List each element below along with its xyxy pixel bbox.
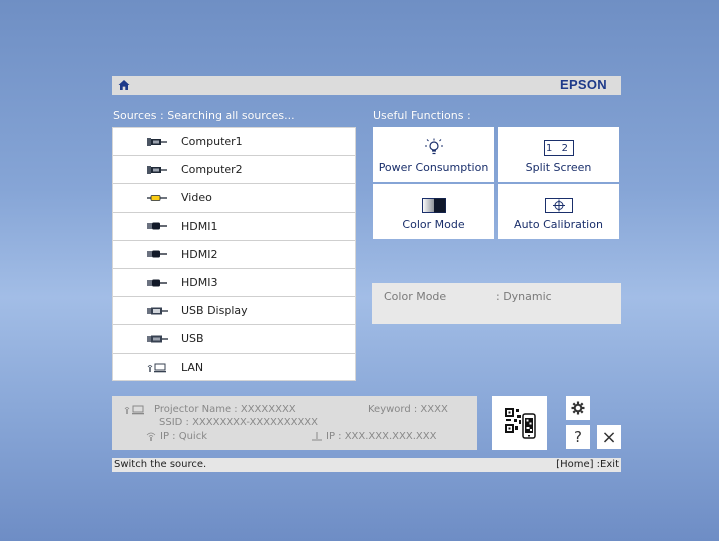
lan-icon (124, 405, 144, 415)
auto-calibration-label: Auto Calibration (514, 218, 603, 231)
source-label: HDMI2 (181, 247, 218, 261)
source-label: LAN (181, 361, 204, 375)
wireless-icon (146, 432, 156, 441)
gear-icon (571, 401, 585, 415)
color-mode-icon (421, 198, 446, 213)
auto-calibration-icon (544, 198, 573, 213)
power-consumption-label: Power Consumption (378, 161, 489, 174)
ssid: SSID : XXXXXXXX-XXXXXXXXXX (159, 417, 318, 428)
source-label: Computer2 (181, 163, 243, 177)
color-mode-info: Color Mode : Dynamic (372, 283, 621, 324)
source-label: USB Display (181, 304, 248, 318)
home-icon[interactable] (118, 79, 130, 91)
color-mode-button[interactable]: Color Mode (373, 184, 494, 239)
source-label: Computer1 (181, 135, 243, 149)
qr-code-icon (504, 408, 536, 439)
hdmi-connector-icon (147, 250, 167, 258)
vga-connector-icon (147, 137, 167, 146)
keyword: Keyword : XXXX (368, 404, 448, 415)
source-item-usb-display[interactable]: USB Display (113, 297, 355, 326)
source-item-video[interactable]: Video (113, 184, 355, 213)
source-label: HDMI3 (181, 276, 218, 290)
network-info-panel: Projector Name : XXXXXXXX Keyword : XXXX… (112, 396, 477, 450)
help-icon: ? (574, 428, 582, 446)
split-screen-icon-text: 1 2 (546, 142, 571, 154)
usb-display-icon (147, 307, 168, 315)
rca-connector-icon (147, 195, 167, 201)
info-value: : Dynamic (496, 290, 552, 303)
close-button[interactable]: × (597, 425, 621, 449)
projector-name: Projector Name : XXXXXXXX (154, 404, 296, 415)
source-item-hdmi2[interactable]: HDMI2 (113, 241, 355, 269)
sources-list: Computer1 Computer2 Video HDMI1 HDMI2 HD… (112, 127, 356, 381)
qr-code-button[interactable] (492, 396, 547, 450)
hdmi-connector-icon (147, 222, 167, 230)
source-label: Video (181, 191, 212, 205)
top-bar: EPSON (112, 76, 621, 95)
source-item-computer2[interactable]: Computer2 (113, 156, 355, 185)
help-button[interactable]: ? (566, 425, 590, 449)
source-label: USB (181, 332, 204, 346)
brand-logo: EPSON (559, 77, 607, 92)
lightbulb-icon (424, 138, 443, 155)
auto-calibration-button[interactable]: Auto Calibration (498, 184, 619, 239)
lan-icon (147, 363, 166, 372)
ip-wired: IP : XXX.XXX.XXX.XXX (326, 431, 437, 442)
power-consumption-button[interactable]: Power Consumption (373, 127, 494, 182)
ip-quick: IP : Quick (160, 431, 207, 442)
wired-icon (312, 432, 322, 441)
close-icon: × (601, 426, 617, 448)
split-screen-label: Split Screen (525, 161, 592, 174)
split-screen-button[interactable]: 1 2 Split Screen (498, 127, 619, 182)
source-item-hdmi3[interactable]: HDMI3 (113, 269, 355, 298)
split-screen-icon: 1 2 (543, 140, 574, 156)
source-label: HDMI1 (181, 219, 218, 233)
source-item-hdmi1[interactable]: HDMI1 (113, 213, 355, 241)
source-item-computer1[interactable]: Computer1 (113, 128, 355, 157)
useful-functions-label: Useful Functions : (373, 109, 471, 122)
usb-icon (147, 335, 168, 343)
info-key: Color Mode (384, 290, 447, 303)
exit-hint: [Home] :Exit (556, 459, 619, 470)
hdmi-connector-icon (147, 279, 167, 287)
source-item-usb[interactable]: USB (113, 325, 355, 354)
sources-label: Sources : Searching all sources... (113, 109, 295, 122)
status-hint: Switch the source. (114, 459, 207, 470)
status-bar: Switch the source. [Home] :Exit (112, 458, 621, 472)
vga-connector-icon (147, 165, 167, 174)
settings-button[interactable] (566, 396, 590, 420)
color-mode-label: Color Mode (402, 218, 465, 231)
source-item-lan[interactable]: LAN (113, 354, 355, 382)
